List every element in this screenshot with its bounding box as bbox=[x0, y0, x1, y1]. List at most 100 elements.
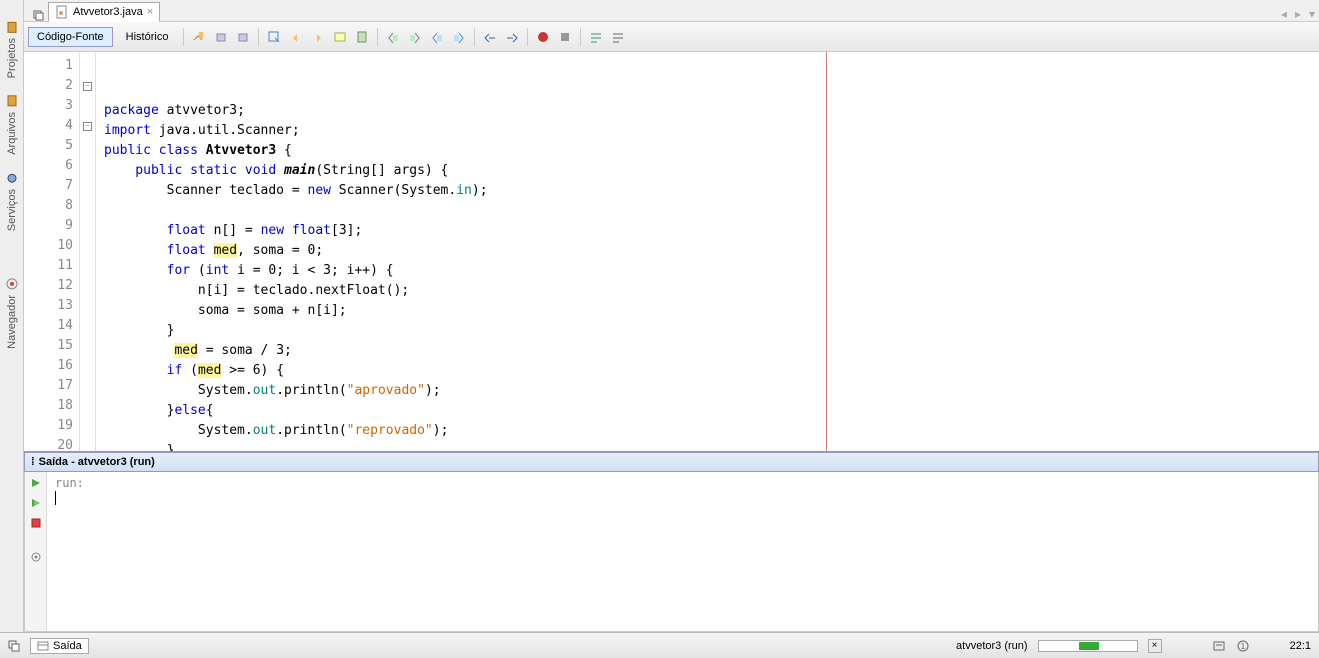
code-line[interactable]: n[i] = teclado.nextFloat(); bbox=[104, 281, 1311, 301]
code-line[interactable]: for (int i = 0; i < 3; i++) { bbox=[104, 261, 1311, 281]
progress-bar bbox=[1038, 640, 1138, 652]
cursor-position-label: 22:1 bbox=[1290, 640, 1311, 652]
uncomment-icon[interactable] bbox=[609, 28, 627, 46]
code-line[interactable]: }else{ bbox=[104, 401, 1311, 421]
shift-right-icon[interactable] bbox=[503, 28, 521, 46]
line-number: 7 bbox=[24, 176, 79, 196]
output-tab-button[interactable]: Saída bbox=[30, 638, 89, 654]
settings-icon[interactable] bbox=[29, 550, 43, 564]
line-number: 17 bbox=[24, 376, 79, 396]
code-line[interactable]: System.out.println("reprovado"); bbox=[104, 421, 1311, 441]
sidebar-item-servicos[interactable]: Serviços bbox=[3, 163, 21, 239]
code-line[interactable]: Scanner teclado = new Scanner(System.in)… bbox=[104, 181, 1311, 201]
toggle-highlight-icon[interactable] bbox=[331, 28, 349, 46]
insert-mode-icon[interactable]: 1 bbox=[1236, 639, 1250, 653]
next-error-icon[interactable] bbox=[450, 28, 468, 46]
file-tab-atvvetor3[interactable]: Atvvetor3.java × bbox=[48, 2, 160, 22]
tab-scroll-left-icon[interactable]: ◂ bbox=[1277, 7, 1291, 21]
code-line[interactable]: float n[] = new float[3]; bbox=[104, 221, 1311, 241]
close-tab-icon[interactable]: × bbox=[147, 6, 153, 18]
forward-icon[interactable] bbox=[234, 28, 252, 46]
output-title-bar[interactable]: ⁞ Saída - atvvetor3 (run) bbox=[24, 452, 1319, 472]
find-selection-icon[interactable] bbox=[265, 28, 283, 46]
services-icon bbox=[5, 171, 19, 185]
main-area: Atvvetor3.java × ◂ ▸ ▾ Código-Fonte Hist… bbox=[24, 0, 1319, 632]
status-running-label: atvvetor3 (run) bbox=[956, 640, 1028, 652]
stop-icon[interactable] bbox=[29, 516, 43, 530]
line-number: 8 bbox=[24, 196, 79, 216]
line-number: 19 bbox=[24, 416, 79, 436]
line-number: 3 bbox=[24, 96, 79, 116]
next-bookmark-icon[interactable] bbox=[406, 28, 424, 46]
code-line[interactable]: soma = soma + n[i]; bbox=[104, 301, 1311, 321]
line-number: 16 bbox=[24, 356, 79, 376]
source-button[interactable]: Código-Fonte bbox=[28, 27, 113, 47]
fold-toggle-icon[interactable]: − bbox=[83, 82, 92, 91]
find-next-icon[interactable] bbox=[309, 28, 327, 46]
output-tab-icon bbox=[37, 640, 49, 652]
tab-scroll-right-icon[interactable]: ▸ bbox=[1291, 7, 1305, 21]
line-number: 4 bbox=[24, 116, 79, 136]
rerun-icon[interactable] bbox=[29, 476, 43, 490]
code-line[interactable]: package atvvetor3; bbox=[104, 101, 1311, 121]
code-line[interactable]: med = soma / 3; bbox=[104, 341, 1311, 361]
find-prev-icon[interactable] bbox=[287, 28, 305, 46]
line-number: 13 bbox=[24, 296, 79, 316]
code-line[interactable]: } bbox=[104, 321, 1311, 341]
progress-cancel-icon[interactable]: × bbox=[1148, 639, 1162, 653]
code-line[interactable] bbox=[104, 201, 1311, 221]
sidebar-servicos-label: Serviços bbox=[6, 189, 18, 231]
code-line[interactable]: import java.util.Scanner; bbox=[104, 121, 1311, 141]
sidebar-projetos-label: Projetos bbox=[6, 38, 18, 78]
comment-icon[interactable] bbox=[587, 28, 605, 46]
output-panel: run: bbox=[24, 472, 1319, 632]
fold-gutter: −− bbox=[80, 52, 96, 451]
fold-toggle-icon[interactable]: − bbox=[83, 122, 92, 131]
tab-list-icon[interactable]: ▾ bbox=[1305, 7, 1319, 21]
start-macro-icon[interactable] bbox=[534, 28, 552, 46]
code-line[interactable]: float med, soma = 0; bbox=[104, 241, 1311, 261]
rerun-different-icon[interactable] bbox=[29, 496, 43, 510]
stop-macro-icon[interactable] bbox=[556, 28, 574, 46]
editor-toolbar: Código-Fonte Histórico bbox=[24, 22, 1319, 52]
files-icon bbox=[5, 94, 19, 108]
history-button[interactable]: Histórico bbox=[117, 27, 178, 47]
line-number: 18 bbox=[24, 396, 79, 416]
prev-bookmark-icon[interactable] bbox=[384, 28, 402, 46]
output-text[interactable]: run: bbox=[47, 472, 1318, 631]
back-icon[interactable] bbox=[212, 28, 230, 46]
status-bar: Saída atvvetor3 (run) × 1 22:1 bbox=[0, 632, 1319, 658]
navigator-icon bbox=[5, 277, 19, 291]
sidebar-item-arquivos[interactable]: Arquivos bbox=[3, 86, 21, 163]
line-number: 14 bbox=[24, 316, 79, 336]
line-number: 12 bbox=[24, 276, 79, 296]
line-number: 10 bbox=[24, 236, 79, 256]
line-gutter: 1234567891011121314151617181920 bbox=[24, 52, 80, 451]
sidebar-item-navegador[interactable]: Navegador bbox=[3, 269, 21, 357]
line-number: 11 bbox=[24, 256, 79, 276]
code-editor[interactable]: 1234567891011121314151617181920 −− packa… bbox=[24, 52, 1319, 452]
last-edit-icon[interactable] bbox=[190, 28, 208, 46]
notifications-icon[interactable] bbox=[1212, 639, 1226, 653]
toggle-bookmark-icon[interactable] bbox=[353, 28, 371, 46]
output-tab-label: Saída bbox=[53, 640, 82, 652]
code-line[interactable]: public static void main(String[] args) { bbox=[104, 161, 1311, 181]
prev-error-icon[interactable] bbox=[428, 28, 446, 46]
shift-left-icon[interactable] bbox=[481, 28, 499, 46]
code-line[interactable]: System.out.println("aprovado"); bbox=[104, 381, 1311, 401]
restore-icon[interactable] bbox=[32, 9, 44, 21]
code-line[interactable]: if (med >= 6) { bbox=[104, 361, 1311, 381]
code-line[interactable]: } bbox=[104, 441, 1311, 452]
line-number: 2 bbox=[24, 76, 79, 96]
sidebar-navegador-label: Navegador bbox=[6, 295, 18, 349]
output-title-label: Saída - atvvetor3 (run) bbox=[39, 456, 155, 468]
line-number: 6 bbox=[24, 156, 79, 176]
code-content[interactable]: package atvvetor3;import java.util.Scann… bbox=[96, 52, 1319, 451]
sidebar-arquivos-label: Arquivos bbox=[6, 112, 18, 155]
output-cursor bbox=[55, 491, 56, 505]
code-line[interactable]: public class Atvvetor3 { bbox=[104, 141, 1311, 161]
restore-windows-icon[interactable] bbox=[8, 640, 20, 652]
line-number: 15 bbox=[24, 336, 79, 356]
svg-text:1: 1 bbox=[1240, 642, 1245, 651]
sidebar-item-projetos[interactable]: Projetos bbox=[3, 12, 21, 86]
